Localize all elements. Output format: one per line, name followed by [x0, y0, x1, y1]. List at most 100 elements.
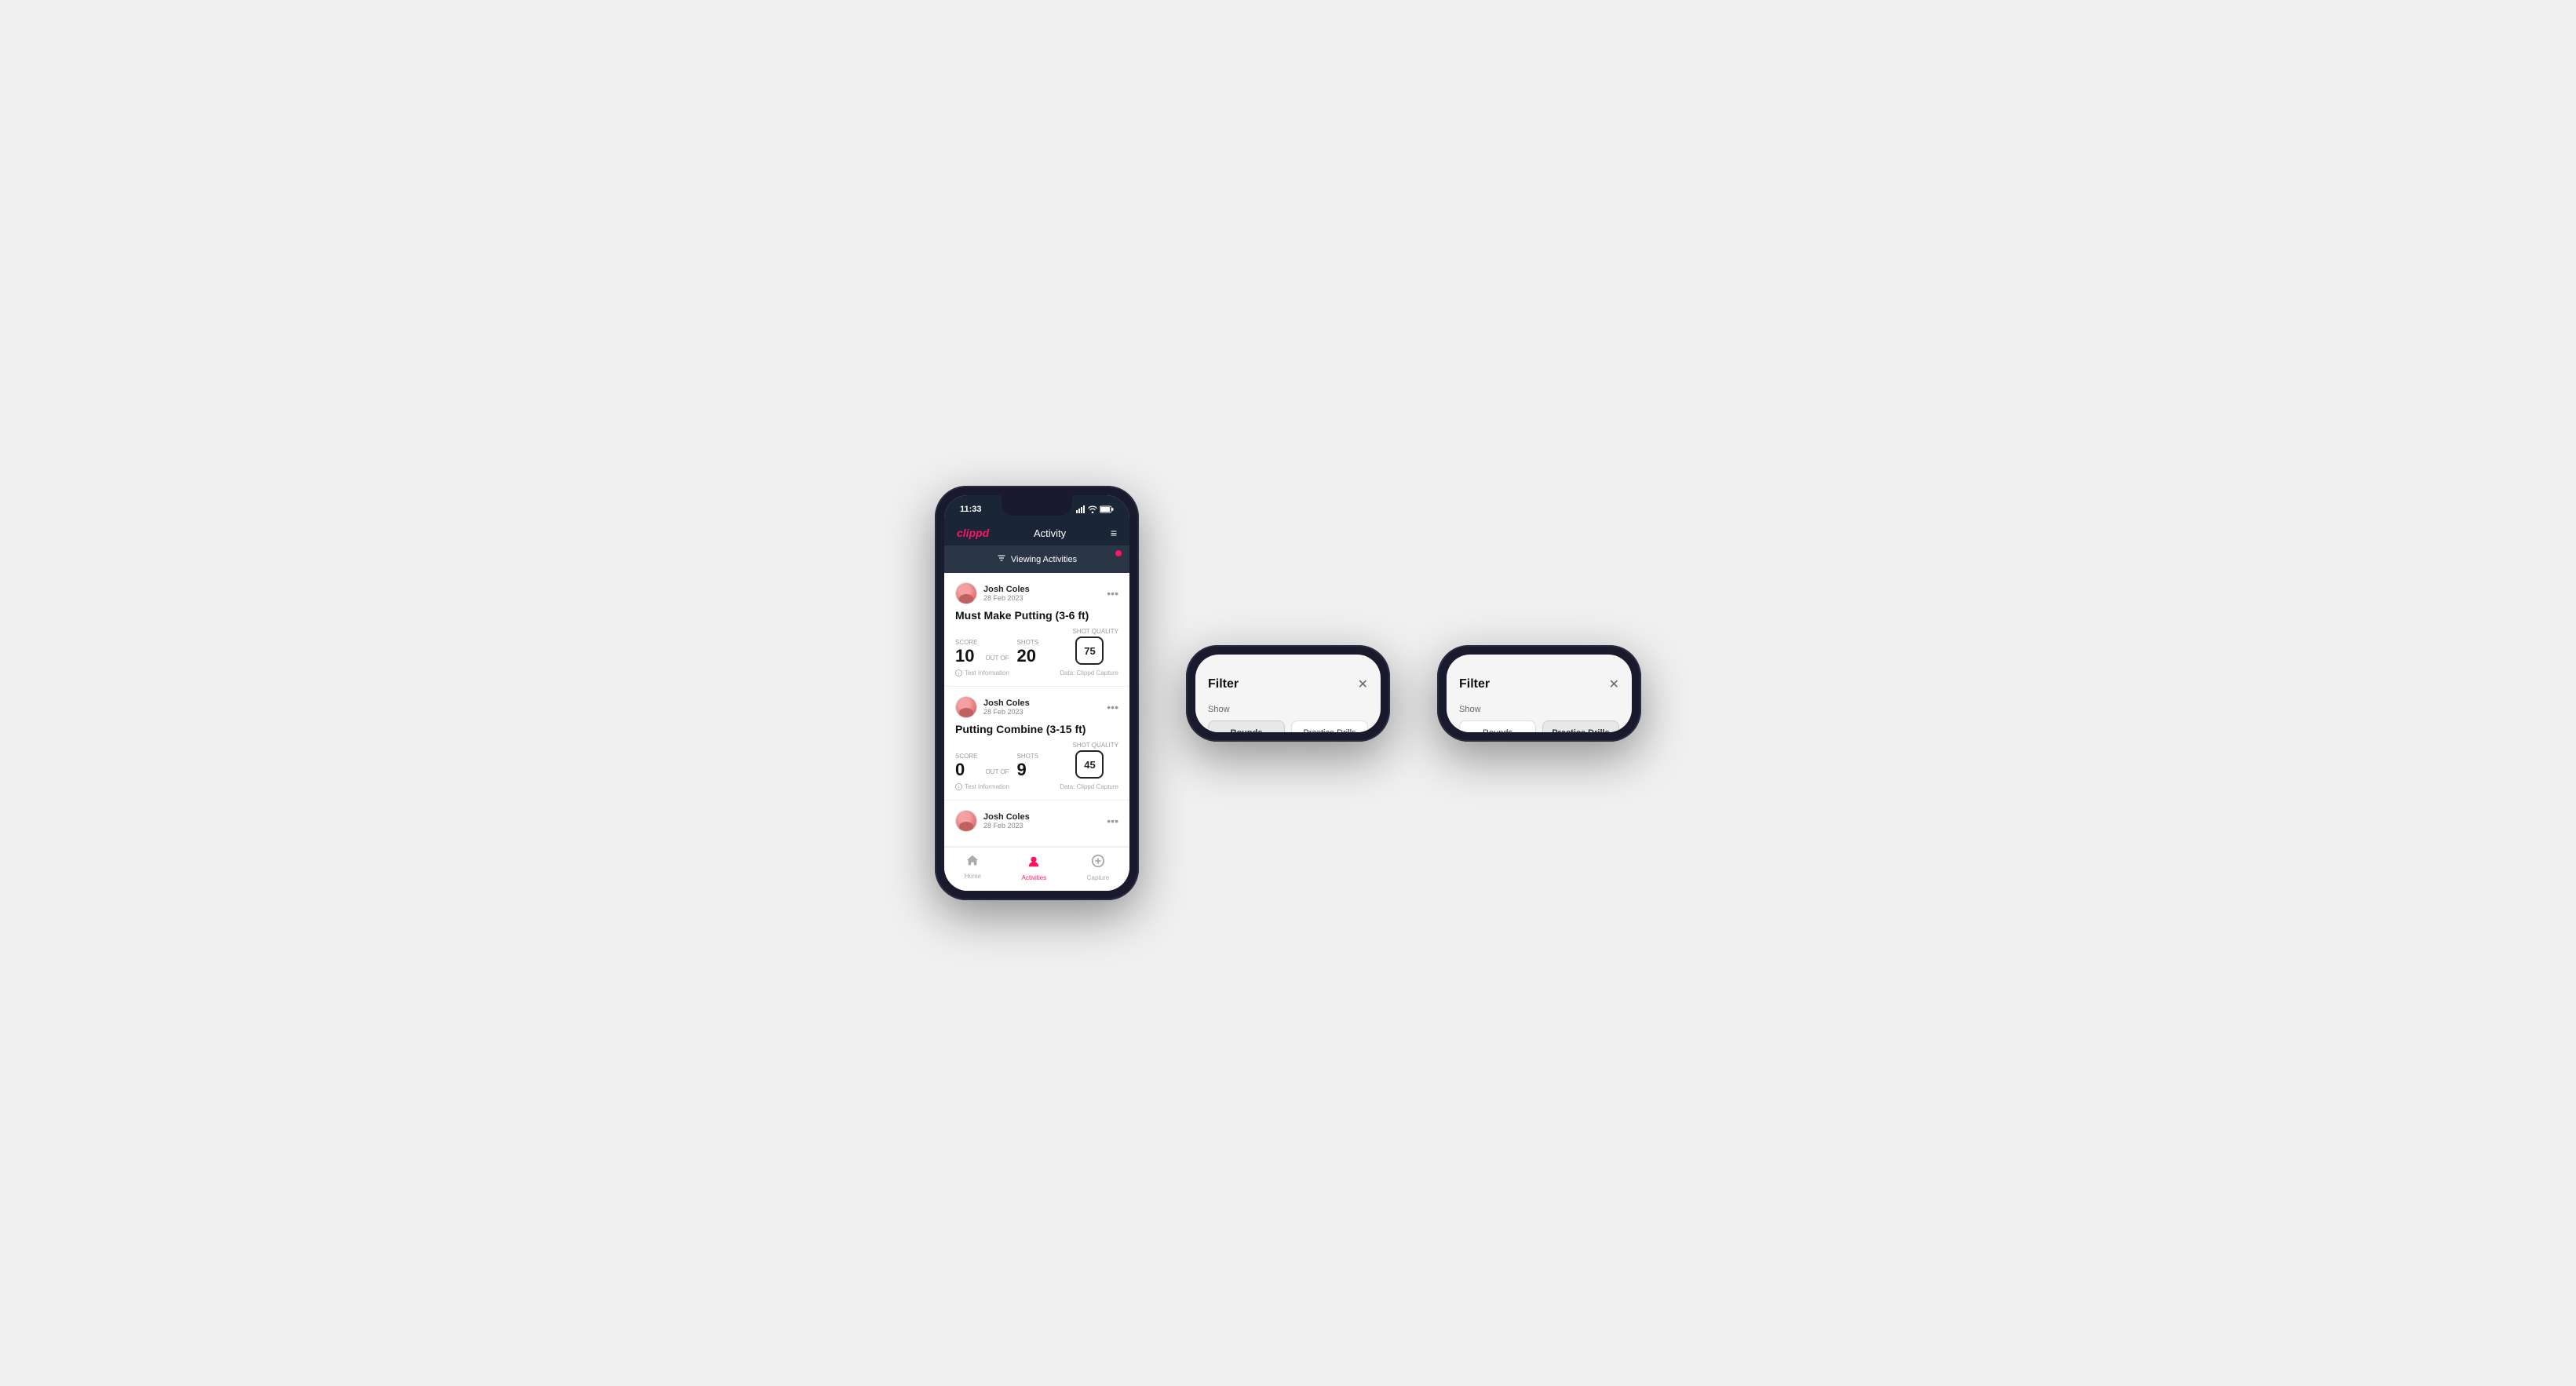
filter-show-section: Show Rounds Practice Drills: [1208, 705, 1368, 732]
phone-3: 11:33clippdActivity≡Viewing ActivitiesFi…: [1437, 645, 1641, 742]
shots-value: 20: [1017, 647, 1039, 665]
card-header: Josh Coles28 Feb 2023 •••: [955, 696, 1118, 718]
filter-title: Filter: [1208, 677, 1239, 691]
filter-title: Filter: [1459, 677, 1490, 691]
bottom-nav: Home Activities Capture: [944, 847, 1129, 891]
user-info: Josh Coles28 Feb 2023: [983, 585, 1030, 602]
nav-item-home[interactable]: Home: [965, 854, 981, 881]
filter-show-group: Rounds Practice Drills: [1459, 720, 1619, 732]
more-options-button[interactable]: •••: [1107, 815, 1118, 827]
activity-card-2: Josh Coles28 Feb 2023 ••• Putting Combine …: [944, 687, 1129, 801]
viewing-activities-bar[interactable]: Viewing Activities: [944, 545, 1129, 573]
filter-show-label: Show: [1459, 705, 1619, 714]
viewing-activities-text: Viewing Activities: [1011, 555, 1077, 564]
filter-show-option-practice-drills[interactable]: Practice Drills: [1291, 720, 1368, 732]
card-title: Must Make Putting (3-6 ft): [955, 609, 1118, 622]
user-info: Josh Coles28 Feb 2023: [983, 812, 1030, 830]
phone-1: 11:33 clippd Activity ≡ Viewing Activities Jo…: [935, 486, 1139, 900]
user-date: 28 Feb 2023: [983, 708, 1030, 716]
card-user: Josh Coles28 Feb 2023: [955, 582, 1030, 604]
shots-label: Shots: [1017, 753, 1039, 760]
nav-title: Activity: [1034, 527, 1066, 539]
activity-card-3: Josh Coles28 Feb 2023 •••: [944, 801, 1129, 847]
card-stats: Score0 OUT OF Shots9 Shot Quality45: [955, 742, 1118, 779]
filter-sheet: Filter ✕ Show Rounds Practice DrillsRounds Pr…: [1195, 655, 1381, 732]
filter-show-section: Show Rounds Practice Drills: [1459, 705, 1619, 732]
filter-show-label: Show: [1208, 705, 1368, 714]
app-logo: clippd: [957, 527, 989, 539]
filter-close-button[interactable]: ✕: [1609, 677, 1619, 692]
card-data-source: Data: Clippd Capture: [1060, 783, 1118, 790]
shot-quality-group: Shot Quality75: [1072, 628, 1118, 665]
phone-3-screen: 11:33clippdActivity≡Viewing ActivitiesFi…: [1447, 655, 1632, 732]
user-date: 28 Feb 2023: [983, 594, 1030, 602]
shots-label: Shots: [1017, 639, 1039, 646]
phone-2-screen: 11:33clippdActivity≡Viewing ActivitiesFi…: [1195, 655, 1381, 732]
phone-2: 11:33clippdActivity≡Viewing ActivitiesFi…: [1186, 645, 1390, 742]
filter-show-option-rounds[interactable]: Rounds: [1208, 720, 1285, 732]
user-name: Josh Coles: [983, 585, 1030, 594]
user-info: Josh Coles28 Feb 2023: [983, 698, 1030, 716]
filter-header: Filter ✕: [1208, 677, 1368, 692]
filter-show-option-rounds[interactable]: Rounds: [1459, 720, 1536, 732]
nav-icon-activities: [1027, 854, 1041, 872]
card-header: Josh Coles28 Feb 2023 •••: [955, 810, 1118, 832]
nav-item-capture[interactable]: Capture: [1087, 854, 1109, 881]
notch: [1002, 495, 1072, 516]
filter-show-group: Rounds Practice Drills: [1208, 720, 1368, 732]
filter-close-button[interactable]: ✕: [1358, 677, 1368, 692]
shot-quality-group: Shot Quality45: [1072, 742, 1118, 779]
scene: 11:33 clippd Activity ≡ Viewing Activities Jo…: [888, 439, 1688, 947]
out-of-label: OUT OF: [985, 655, 1009, 662]
score-label: Score: [955, 753, 977, 760]
avatar: [955, 696, 977, 718]
filter-header: Filter ✕: [1459, 677, 1619, 692]
score-label: Score: [955, 639, 977, 646]
filter-overlay: Filter ✕ Show Rounds Practice DrillsRounds Pr…: [1195, 655, 1381, 732]
card-data-source: Data: Clippd Capture: [1060, 669, 1118, 677]
filter-sheet: Filter ✕ Show Rounds Practice DrillsPractice…: [1447, 655, 1632, 732]
card-footer: i Test Information Data: Clippd Capture: [955, 669, 1118, 677]
avatar: [955, 810, 977, 832]
nav-label-home: Home: [965, 873, 981, 880]
card-info: i Test Information: [955, 669, 1009, 677]
shot-quality-label: Shot Quality: [1072, 628, 1118, 635]
status-icons: [1076, 505, 1114, 513]
filter-icon: [997, 553, 1006, 565]
shots-group: Shots9: [1017, 753, 1039, 779]
user-name: Josh Coles: [983, 812, 1030, 822]
shot-quality-label: Shot Quality: [1072, 742, 1118, 749]
nav-label-activities: Activities: [1022, 874, 1047, 881]
shot-quality-badge: 75: [1075, 636, 1104, 665]
card-header: Josh Coles28 Feb 2023 •••: [955, 582, 1118, 604]
menu-icon[interactable]: ≡: [1111, 527, 1117, 539]
phone-1-screen: 11:33 clippd Activity ≡ Viewing Activities Jo…: [944, 495, 1129, 891]
score-group: Score0: [955, 753, 977, 779]
svg-text:i: i: [958, 785, 959, 790]
shots-value: 9: [1017, 761, 1039, 779]
filter-overlay: Filter ✕ Show Rounds Practice DrillsPractice…: [1447, 655, 1632, 732]
card-user: Josh Coles28 Feb 2023: [955, 810, 1030, 832]
shot-quality-badge: 45: [1075, 750, 1104, 779]
score-group: Score10: [955, 639, 977, 665]
user-name: Josh Coles: [983, 698, 1030, 708]
card-user: Josh Coles28 Feb 2023: [955, 696, 1030, 718]
more-options-button[interactable]: •••: [1107, 701, 1118, 713]
nav-label-capture: Capture: [1087, 874, 1109, 881]
score-value: 10: [955, 647, 977, 665]
card-info: i Test Information: [955, 783, 1009, 790]
card-title: Putting Combine (3-15 ft): [955, 723, 1118, 735]
nav-bar: clippd Activity ≡: [944, 520, 1129, 545]
score-value: 0: [955, 761, 977, 779]
shots-group: Shots20: [1017, 639, 1039, 665]
nav-item-activities[interactable]: Activities: [1022, 854, 1047, 881]
out-of-label: OUT OF: [985, 768, 1009, 775]
nav-icon-capture: [1091, 854, 1105, 872]
svg-text:i: i: [958, 671, 959, 677]
nav-icon-home: [965, 854, 980, 870]
filter-show-option-practice-drills[interactable]: Practice Drills: [1542, 720, 1619, 732]
user-date: 28 Feb 2023: [983, 822, 1030, 830]
card-footer: i Test Information Data: Clippd Capture: [955, 783, 1118, 790]
more-options-button[interactable]: •••: [1107, 587, 1118, 600]
status-time: 11:33: [960, 505, 982, 514]
